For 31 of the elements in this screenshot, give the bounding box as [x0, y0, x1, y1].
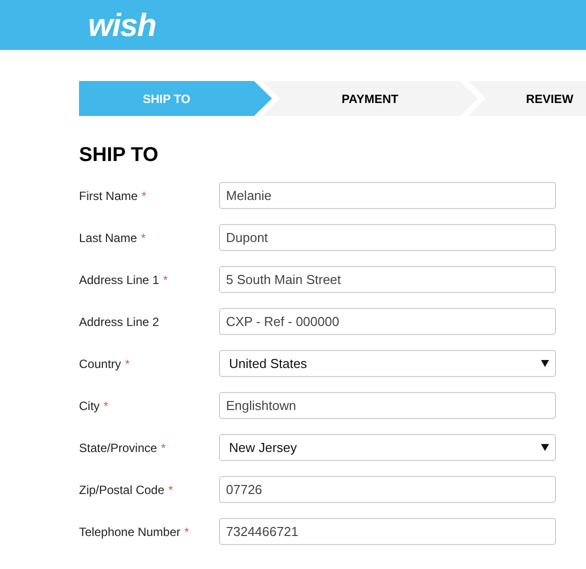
- input-field[interactable]: 5 South Main Street: [219, 266, 556, 293]
- required-mark: *: [184, 524, 190, 540]
- input-field[interactable]: 07726: [219, 476, 556, 503]
- field-label: State/Province: [79, 440, 158, 456]
- field-label: First Name: [79, 188, 138, 204]
- input-field[interactable]: Englishtown: [219, 392, 556, 419]
- step-tab[interactable]: PAYMENT: [262, 81, 478, 116]
- dropdown[interactable]: New Jersey: [219, 434, 556, 461]
- field-label: Address Line 2: [79, 314, 160, 330]
- step-tab[interactable]: REVIEW: [468, 81, 586, 116]
- dropdown-caret-icon: [541, 360, 549, 367]
- required-mark: *: [142, 188, 146, 204]
- input-field[interactable]: CXP - Ref - 000000: [219, 308, 556, 335]
- required-mark: *: [104, 398, 108, 414]
- input-field[interactable]: 7324466721: [219, 518, 556, 545]
- field-label: Telephone Number: [79, 524, 180, 540]
- dropdown[interactable]: United States: [219, 350, 556, 377]
- required-mark: *: [125, 356, 130, 372]
- dropdown-caret-icon: [541, 444, 549, 451]
- field-label: Country: [79, 356, 122, 372]
- required-mark: *: [161, 440, 166, 456]
- required-mark: *: [163, 272, 168, 288]
- input-field[interactable]: Melanie: [219, 182, 556, 209]
- required-mark: *: [168, 482, 174, 498]
- section-title: SHIP TO: [79, 145, 160, 165]
- field-label: Address Line 1: [79, 272, 160, 288]
- field-label: City: [79, 398, 100, 414]
- input-field[interactable]: Dupont: [219, 224, 556, 251]
- required-mark: *: [141, 230, 146, 246]
- field-label: Zip/Postal Code: [79, 482, 164, 498]
- field-label: Last Name: [79, 230, 138, 246]
